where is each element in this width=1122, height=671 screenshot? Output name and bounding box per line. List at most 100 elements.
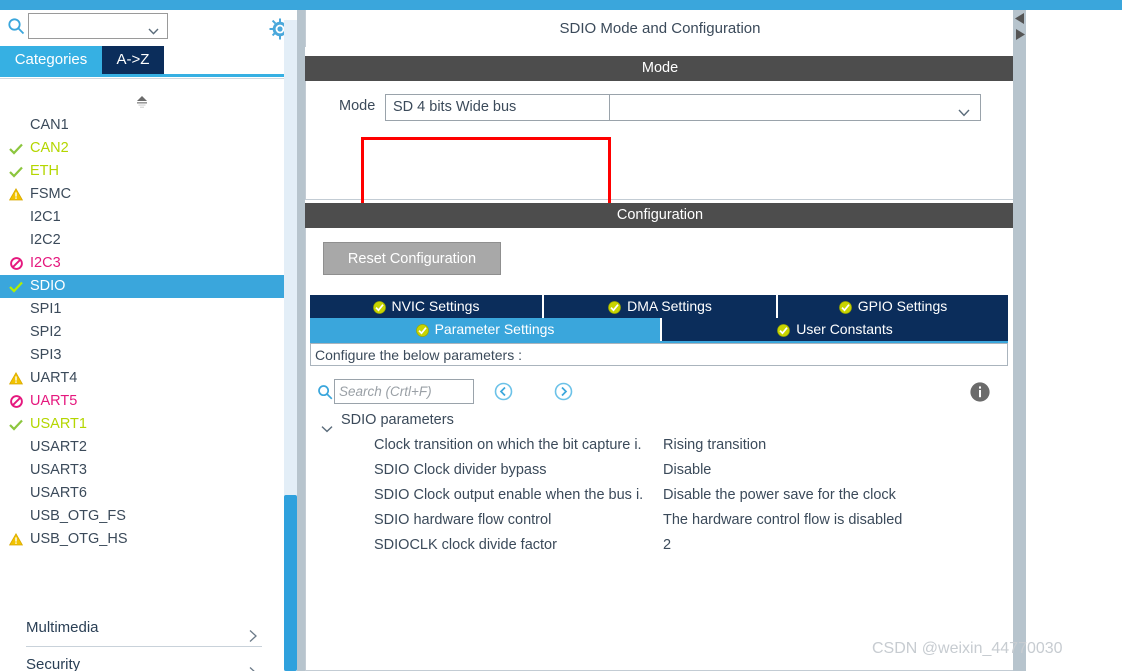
category-multimedia[interactable]: Multimedia: [26, 610, 262, 647]
mode-select[interactable]: SD 4 bits Wide bus: [385, 94, 981, 121]
sidebar-search-row: [0, 10, 291, 44]
sidebar-item-usb-otg-fs[interactable]: USB_OTG_FS: [0, 505, 270, 528]
chevron-down-icon: [958, 104, 970, 117]
sidebar-item-uart4[interactable]: UART4: [0, 367, 270, 390]
sidebar-item-spi1[interactable]: SPI1: [0, 298, 270, 321]
sidebar-item-usb-otg-hs[interactable]: USB_OTG_HS: [0, 528, 270, 551]
tab-label: DMA Settings: [627, 298, 712, 314]
watermark-text: CSDN @weixin_44770030: [872, 640, 1063, 657]
status-none-icon: [8, 482, 24, 505]
sidebar-item-label: CAN2: [30, 140, 69, 156]
scroll-up-arrow-icon[interactable]: [1014, 12, 1026, 26]
sidebar-item-label: USART2: [30, 439, 87, 455]
parameter-search-row: Search (Crtl+F): [306, 376, 1016, 410]
status-none-icon: [8, 229, 24, 252]
sidebar-tab-underline: [0, 74, 284, 77]
tab-label: Parameter Settings: [434, 321, 555, 337]
sidebar-item-label: SDIO: [30, 278, 66, 294]
chevron-right-icon: [248, 658, 258, 671]
status-none-icon: [8, 344, 24, 367]
parameter-value: Disable the power save for the clock: [663, 487, 896, 503]
table-row[interactable]: SDIO hardware flow control The hardware …: [306, 508, 1016, 533]
sidebar-item-label: USB_OTG_HS: [30, 531, 128, 547]
warning-icon: [8, 528, 24, 551]
parameter-value: The hardware control flow is disabled: [663, 512, 903, 528]
sidebar-item-usart6[interactable]: USART6: [0, 482, 270, 505]
circle-right-arrow-icon[interactable]: [554, 382, 573, 401]
table-row[interactable]: SDIOCLK clock divide factor 2: [306, 533, 1016, 558]
sidebar-item-eth[interactable]: ETH: [0, 160, 270, 183]
tab-label: NVIC Settings: [391, 298, 480, 314]
circle-left-arrow-icon[interactable]: [494, 382, 513, 401]
sidebar-item-can1[interactable]: CAN1: [0, 114, 270, 137]
table-row[interactable]: Clock transition on which the bit captur…: [306, 433, 1016, 458]
sidebar-item-usart3[interactable]: USART3: [0, 459, 270, 482]
tab-gpio-settings[interactable]: GPIO Settings: [778, 295, 1008, 318]
tab-categories[interactable]: Categories: [0, 46, 102, 74]
sidebar-item-sdio[interactable]: SDIO: [0, 275, 288, 298]
sidebar-scrollbar-thumb[interactable]: [284, 495, 297, 671]
status-none-icon: [8, 459, 24, 482]
tab-user-constants[interactable]: User Constants: [662, 318, 1008, 341]
sidebar-item-label: I2C2: [30, 232, 61, 248]
tab-dma-settings[interactable]: DMA Settings: [544, 295, 776, 318]
status-none-icon: [8, 206, 24, 229]
check-icon: [8, 160, 24, 183]
sidebar-search-combo[interactable]: [28, 13, 168, 39]
table-row[interactable]: SDIO Clock divider bypass Disable: [306, 458, 1016, 483]
parameter-group-sdio[interactable]: SDIO parameters: [306, 408, 1016, 433]
parameter-label: SDIO Clock output enable when the bus i.: [374, 487, 644, 503]
table-row[interactable]: SDIO Clock output enable when the bus i.…: [306, 483, 1016, 508]
search-icon: [317, 384, 333, 400]
tab-label: User Constants: [796, 321, 893, 337]
sidebar-item-uart5[interactable]: UART5: [0, 390, 270, 413]
main-scrollbar-track[interactable]: [1013, 10, 1026, 671]
config-tabs-row-2: Parameter Settings User Constants: [310, 318, 1008, 341]
parameter-label: SDIOCLK clock divide factor: [374, 537, 557, 553]
sidebar-item-spi3[interactable]: SPI3: [0, 344, 270, 367]
peripheral-list: CAN1 CAN2 ETH FSMC I2C1 I2C2 I2C3 SDIO S…: [0, 114, 288, 551]
info-icon[interactable]: [969, 381, 991, 403]
sidebar-item-spi2[interactable]: SPI2: [0, 321, 270, 344]
status-none-icon: [8, 114, 24, 137]
sidebar-item-can2[interactable]: CAN2: [0, 137, 270, 160]
scroll-down-arrow-icon[interactable]: [1014, 28, 1026, 42]
sidebar-item-label: USART6: [30, 485, 87, 501]
status-none-icon: [8, 321, 24, 344]
mode-section-body: Mode SD 4 bits Wide bus: [305, 81, 1015, 225]
panel-divider: [297, 10, 305, 671]
sidebar-item-i2c2[interactable]: I2C2: [0, 229, 270, 252]
sidebar-item-label: SPI3: [30, 347, 62, 363]
right-blank-area: [1026, 10, 1122, 671]
reset-configuration-button[interactable]: Reset Configuration: [323, 242, 501, 275]
tab-label: GPIO Settings: [857, 298, 948, 314]
sidebar-item-fsmc[interactable]: FSMC: [0, 183, 270, 206]
tab-parameter-settings[interactable]: Parameter Settings: [310, 318, 660, 341]
mode-select-value: SD 4 bits Wide bus: [393, 99, 517, 115]
sidebar-item-label: ETH: [30, 163, 59, 179]
category-label: Security: [26, 656, 81, 671]
configuration-section-body: Reset Configuration NVIC Settings DMA Se…: [305, 228, 1015, 671]
sidebar-item-usart2[interactable]: USART2: [0, 436, 270, 459]
category-label: Multimedia: [26, 619, 99, 636]
tab-nvic-settings[interactable]: NVIC Settings: [310, 295, 542, 318]
sidebar-item-usart1[interactable]: USART1: [0, 413, 270, 436]
sidebar-item-label: I2C1: [30, 209, 61, 225]
config-tabs-row-1: NVIC Settings DMA Settings GPIO Settings: [310, 295, 1008, 318]
parameter-label: SDIO Clock divider bypass: [374, 462, 547, 478]
sort-ascending-icon[interactable]: [134, 95, 150, 109]
sidebar-item-i2c3[interactable]: I2C3: [0, 252, 270, 275]
status-none-icon: [8, 436, 24, 459]
warning-icon: [8, 367, 24, 390]
configuration-section-header: Configuration: [305, 203, 1015, 228]
search-input[interactable]: Search (Crtl+F): [334, 379, 474, 404]
search-icon: [7, 17, 25, 35]
category-security[interactable]: Security: [26, 647, 262, 671]
parameter-value: 2: [663, 537, 672, 553]
sidebar-item-label: USB_OTG_FS: [30, 508, 126, 524]
sidebar-item-i2c1[interactable]: I2C1: [0, 206, 270, 229]
sidebar-item-label: SPI1: [30, 301, 62, 317]
mode-section-header: Mode: [305, 56, 1015, 81]
tab-a-to-z[interactable]: A->Z: [102, 46, 164, 74]
check-icon: [8, 413, 24, 436]
